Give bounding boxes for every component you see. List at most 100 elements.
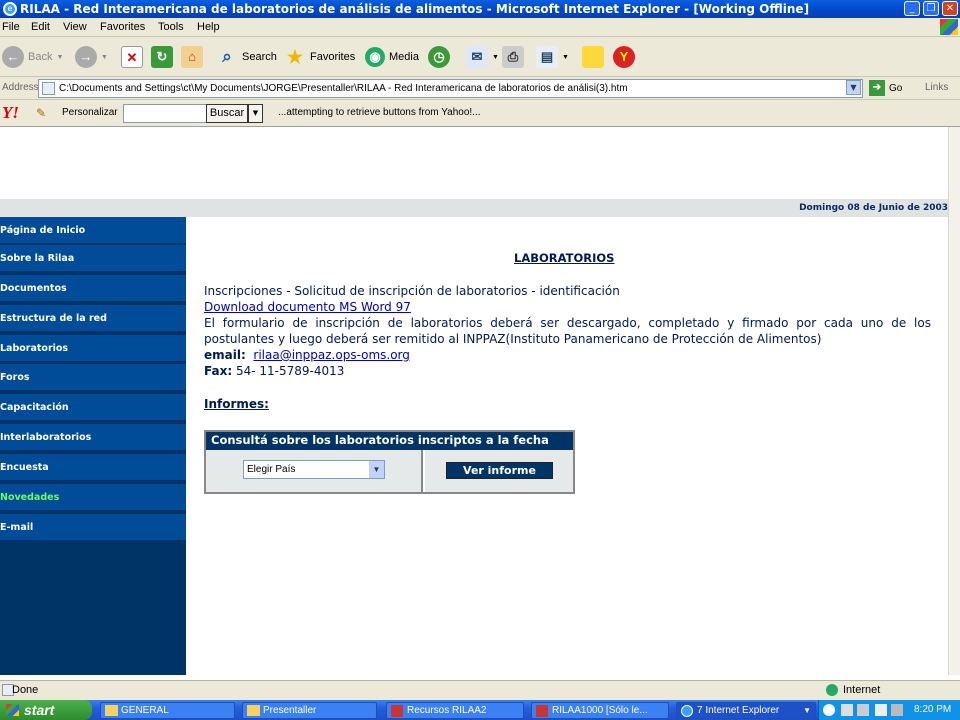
menu-file[interactable]: File [2, 21, 20, 33]
mail-button[interactable]: ✉ ▼ [466, 43, 499, 71]
tray-network-icon[interactable] [857, 704, 869, 716]
nav-foros[interactable]: Foros [0, 364, 186, 392]
minimize-button[interactable]: _ [904, 1, 920, 16]
personalizar-button[interactable]: Personalizar [62, 107, 118, 118]
history-button[interactable]: ◷ [428, 43, 450, 71]
nav-laboratorios[interactable]: Laboratorios [0, 335, 186, 363]
standard-toolbar: ← Back ▼ → ▼ ✕ ↻ ⌂ ⌕ Search ★ Favorites ◉ … [0, 37, 960, 77]
edit-page-icon: ▤ [536, 46, 558, 68]
address-label: Address [2, 82, 39, 93]
chevron-down-icon: ▼ [803, 706, 811, 715]
menu-edit[interactable]: Edit [31, 21, 50, 33]
favorites-button[interactable]: ★ Favorites [284, 43, 355, 71]
yahoo-search-input[interactable] [123, 104, 207, 123]
chevron-down-icon: ▼ [369, 461, 384, 478]
email-label: email: [204, 348, 246, 362]
home-icon: ⌂ [181, 46, 203, 68]
page-icon [42, 82, 55, 95]
menu-bar: File Edit View Favorites Tools Help [0, 18, 960, 37]
refresh-button[interactable]: ↻ [151, 43, 173, 71]
forward-button[interactable]: → ▼ [75, 43, 108, 71]
links-button[interactable]: Links [925, 82, 948, 93]
email-link[interactable]: rilaa@inppaz.ops-oms.org [253, 348, 410, 362]
start-button[interactable]: start [0, 700, 92, 720]
maximize-button[interactable]: ❐ [923, 1, 939, 16]
stop-button[interactable]: ✕ [121, 43, 143, 71]
messenger-button[interactable]: Y [613, 43, 635, 71]
yahoo-logo-icon[interactable]: Y! [2, 103, 19, 123]
menu-help[interactable]: Help [197, 21, 220, 33]
address-dropdown-button[interactable]: ▼ [846, 80, 861, 95]
edit-button[interactable]: ▤ ▼ [536, 43, 569, 71]
menu-tools[interactable]: Tools [158, 21, 184, 33]
vertical-scrollbar[interactable] [948, 127, 960, 675]
nav-estructura-de-la-red[interactable]: Estructura de la red [0, 305, 186, 333]
windows-logo-icon [6, 704, 19, 716]
nav-pagina-de-inicio[interactable]: Página de Inicio [0, 217, 186, 245]
nav-interlaboratorios[interactable]: Interlaboratorios [0, 424, 186, 452]
tray-volume-icon[interactable] [891, 704, 903, 716]
yahoo-status-text: ...attempting to retrieve buttons from Y… [278, 107, 481, 118]
ver-informe-cell: Ver informe [425, 450, 573, 492]
search-button[interactable]: ⌕ Search [216, 43, 277, 71]
fax-label: Fax: [204, 364, 233, 378]
buscar-button[interactable]: Buscar [206, 104, 248, 123]
informes-heading: Informes: [204, 397, 269, 411]
menu-view[interactable]: View [63, 21, 87, 33]
nav-novedades[interactable]: Novedades [0, 484, 186, 512]
nav-encuesta[interactable]: Encuesta [0, 454, 186, 482]
page-title: LABORATORIOS [514, 251, 615, 265]
back-arrow-icon: ← [2, 46, 24, 68]
page-content: Domingo 08 de Junio de 2003 Página de In… [0, 127, 948, 675]
buscar-dropdown-button[interactable]: ▼ [248, 104, 263, 123]
nav-documentos[interactable]: Documentos [0, 275, 186, 303]
refresh-icon: ↻ [151, 46, 173, 68]
clock: 8:20 PM [914, 704, 952, 715]
task-rilaa1000[interactable]: RILAA1000 [Sólo le... [531, 702, 669, 719]
task-general[interactable]: GENERAL [100, 702, 235, 719]
tray-app-icon[interactable] [841, 704, 853, 716]
tray-messenger-icon[interactable] [875, 704, 887, 716]
internet-globe-icon [826, 684, 838, 696]
history-icon: ◷ [428, 46, 450, 68]
note-icon [582, 46, 604, 68]
pencil-icon[interactable]: ✎ [36, 106, 46, 120]
address-input[interactable]: C:\Documents and Settings\ct\My Document… [38, 79, 863, 98]
ver-informe-button[interactable]: Ver informe [446, 462, 553, 479]
consulta-title: Consultá sobre los laboratorios inscript… [206, 432, 573, 450]
powerpoint-icon [391, 705, 403, 717]
folder-icon [105, 705, 118, 716]
media-button[interactable]: ◉ Media [365, 43, 419, 71]
task-recursos-rilaa2[interactable]: Recursos RILAA2 [386, 702, 524, 719]
country-select[interactable]: Elegir País ▼ [243, 460, 385, 479]
taskbar: start GENERAL Presentaller Recursos RILA… [0, 700, 960, 720]
print-button[interactable]: ⎙ [502, 43, 524, 71]
go-arrow-icon: ➔ [869, 80, 885, 96]
go-button[interactable]: ➔ Go [869, 80, 902, 96]
close-button[interactable]: ✕ [942, 1, 958, 16]
form-instructions: El formulario de inscripción de laborato… [204, 316, 931, 346]
media-globe-icon: ◉ [365, 47, 385, 67]
nav-email[interactable]: E-mail [0, 514, 186, 542]
search-icon: ⌕ [222, 47, 232, 66]
system-tray: 8:20 PM [818, 700, 960, 720]
date-text: Domingo 08 de Junio de 2003 [799, 203, 948, 213]
nav-sobre-la-rilaa[interactable]: Sobre la Rilaa [0, 245, 186, 273]
fax-number: 54- 11-5789-4013 [235, 364, 345, 378]
download-link[interactable]: Download documento MS Word 97 [204, 300, 411, 314]
nav-capacitacion[interactable]: Capacitación [0, 394, 186, 422]
forward-arrow-icon: → [75, 46, 97, 68]
task-internet-explorer[interactable]: 7 Internet Explorer ▼ [676, 702, 816, 719]
address-bar: Address C:\Documents and Settings\ct\My … [0, 77, 960, 100]
discuss-button[interactable] [582, 43, 604, 71]
powerpoint-icon [536, 705, 548, 717]
date-bar: Domingo 08 de Junio de 2003 [0, 199, 948, 217]
back-button[interactable]: ← Back ▼ [2, 43, 63, 71]
home-button[interactable]: ⌂ [181, 43, 203, 71]
task-presentaller[interactable]: Presentaller [242, 702, 377, 719]
yahoo-toolbar: Y! ✎ Personalizar Buscar ▼ ...attempting… [0, 100, 960, 127]
tray-arrow-icon[interactable] [823, 704, 835, 716]
stop-icon: ✕ [121, 46, 143, 68]
menu-favorites[interactable]: Favorites [100, 21, 145, 33]
status-bar: Done Internet [0, 680, 960, 700]
